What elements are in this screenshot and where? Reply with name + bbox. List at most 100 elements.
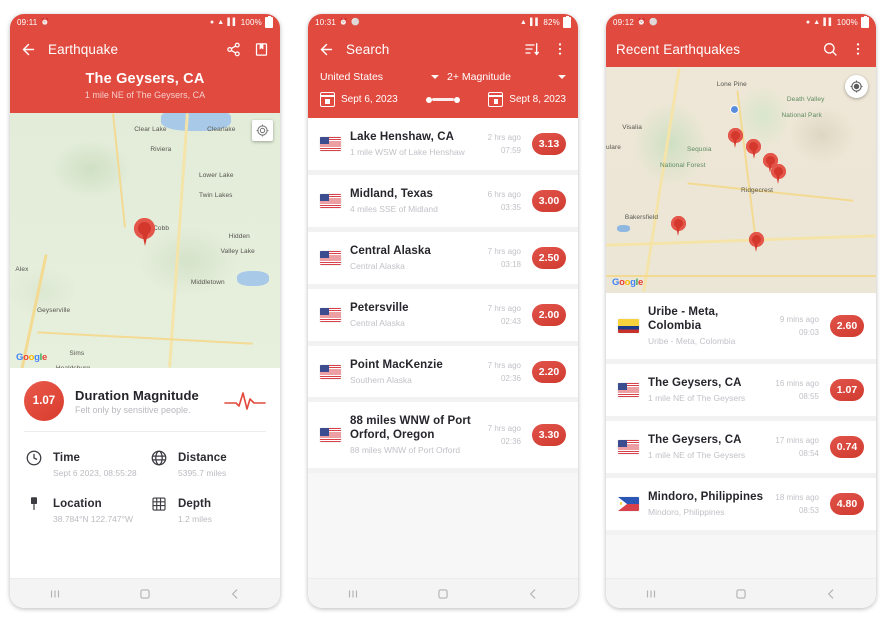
hero-title: The Geysers, CA (85, 71, 205, 87)
date-range-row: Sept 6, 2023 Sept 8, 2023 (308, 92, 578, 118)
map-label: Clearlake (207, 125, 236, 133)
flag-co-icon (618, 318, 639, 333)
date-from-label: Sept 6, 2023 (341, 94, 398, 105)
map-label: Lower Lake (199, 171, 234, 179)
quake-place: Southern Alaska (350, 374, 412, 385)
quake-ago: 9 mins ago (779, 314, 819, 324)
quake-place: 4 miles SSE of Midland (350, 203, 438, 214)
back-arrow-icon[interactable] (318, 41, 335, 58)
quake-list-item[interactable]: The Geysers, CA 1 mile NE of The Geysers 1… (606, 420, 876, 478)
map-pin-icon[interactable] (727, 128, 743, 149)
more-vert-icon[interactable] (551, 41, 568, 58)
map-pin-icon[interactable] (134, 217, 156, 247)
quake-name: Lake Henshaw, CA (350, 131, 455, 143)
map-label: Sims (69, 350, 85, 358)
slider-handle-right[interactable] (454, 96, 460, 103)
magnitude-filter[interactable]: 2+ Magnitude (447, 71, 566, 83)
map-water (616, 225, 631, 232)
quake-main: The Geysers, CA 1 mile NE of The Geysers (648, 433, 766, 461)
info-value: 38.784°N 122.747°W (53, 514, 134, 524)
status-bar: 10:31 ⏰ ⚪ ▲ ▌▌ 82% (308, 14, 578, 31)
date-range-slider[interactable] (405, 96, 482, 103)
flag-us-icon (320, 250, 341, 265)
quake-place: Central Alaska (350, 317, 405, 328)
home-icon[interactable] (733, 585, 750, 602)
quake-list-item[interactable]: Mindoro, Philippines Mindoro, Philippines… (606, 477, 876, 535)
quake-list-item[interactable]: 88 miles WNW of Port Orford, Oregon 88 mi… (308, 402, 578, 474)
quake-clock: 02:43 (500, 316, 521, 326)
quake-main: Mindoro, Philippines Mindoro, Philippines (648, 490, 766, 518)
date-from[interactable]: Sept 6, 2023 (320, 92, 398, 107)
quake-name: Midland, Texas (350, 187, 433, 200)
back-icon[interactable] (823, 585, 840, 602)
info-cell-depth: Depth 1.2 miles (149, 494, 266, 524)
sort-icon[interactable] (523, 41, 540, 58)
location-icon: ● (805, 19, 811, 26)
recents-icon[interactable] (345, 585, 362, 602)
home-icon[interactable] (137, 585, 154, 602)
magnitude-badge: 3.13 (532, 132, 566, 155)
my-location-button[interactable] (252, 120, 273, 141)
more-vert-icon[interactable] (849, 41, 866, 58)
map-pin-icon[interactable] (746, 139, 762, 160)
recent-map[interactable]: Google Lone Pine Death Valley National Par… (606, 67, 876, 293)
back-icon[interactable] (227, 585, 244, 602)
map-label: Riviera (150, 146, 172, 154)
detail-sheet: 1.07 Duration Magnitude Felt only by sen… (10, 368, 280, 578)
battery-icon (265, 16, 273, 28)
battery-icon (861, 16, 869, 28)
map-label: Hidden (228, 232, 250, 240)
my-location-button[interactable] (845, 75, 868, 98)
phone-recent-earthquakes: 09:12 ⏰ ⚪ ● ▲ ▌▌ 100% Recent Earthquakes (606, 14, 876, 608)
quake-ago: 6 hrs ago (487, 189, 521, 199)
quake-ago: 7 hrs ago (487, 360, 521, 370)
pin-icon (24, 494, 44, 514)
quake-list-item[interactable]: Point MacKenzie Southern Alaska 7 hrs ago 0… (308, 345, 578, 403)
quake-list-item[interactable]: Central Alaska Central Alaska 7 hrs ago 03:… (308, 231, 578, 289)
map-label: Clear Lake (134, 125, 167, 133)
quake-ago: 7 hrs ago (487, 246, 521, 256)
dnd-icon: ⚪ (350, 19, 360, 26)
magnitude-row: 1.07 Duration Magnitude Felt only by sen… (10, 368, 280, 431)
map-label: Visalia (622, 123, 642, 131)
quake-ago: 7 hrs ago (487, 424, 521, 434)
quake-list-item[interactable]: Midland, Texas 4 miles SSE of Midland 6 hr… (308, 174, 578, 232)
quake-ago: 16 mins ago (775, 378, 819, 388)
wifi-icon: ▲ (217, 19, 225, 26)
quake-list-item[interactable]: The Geysers, CA 1 mile NE of The Geysers 1… (606, 363, 876, 421)
quake-time: 7 hrs ago 02:36 (488, 424, 521, 446)
bookmark-icon[interactable] (253, 41, 270, 58)
status-right: ● ▲ ▌▌ 100% (210, 16, 273, 28)
back-icon[interactable] (525, 585, 542, 602)
recent-results-list[interactable]: Uribe - Meta, Colombia Uribe - Meta, Colo… (606, 293, 876, 578)
alarm-icon: ⏰ (637, 19, 646, 26)
map-pin-icon[interactable] (749, 231, 765, 253)
quake-list-item[interactable]: Petersville Central Alaska 7 hrs ago 02:43 2… (308, 288, 578, 346)
quake-clock: 07:59 (500, 145, 521, 155)
region-filter[interactable]: United States (320, 71, 439, 83)
map-label: Twin Lakes (199, 192, 233, 200)
back-arrow-icon[interactable] (20, 41, 37, 58)
date-to[interactable]: Sept 8, 2023 (488, 92, 566, 107)
quake-main: The Geysers, CA 1 mile NE of The Geysers (648, 376, 766, 404)
quake-list-item[interactable]: Uribe - Meta, Colombia Uribe - Meta, Colo… (606, 293, 876, 364)
detail-map[interactable]: Google Clear Lake Riviera Clearlake Lower L… (10, 113, 280, 368)
share-icon[interactable] (225, 41, 242, 58)
map-label: National Park (781, 112, 822, 120)
flag-us-icon (618, 382, 639, 397)
search-icon[interactable] (821, 41, 838, 58)
flag-us-icon (320, 364, 341, 379)
app-bar: Recent Earthquakes (606, 31, 876, 67)
home-icon[interactable] (435, 585, 452, 602)
search-results-list[interactable]: Lake Henshaw, CA 1 mile WSW of Lake Hensh… (308, 118, 578, 578)
recents-icon[interactable] (47, 585, 64, 602)
map-pin-icon[interactable] (770, 164, 786, 185)
map-label: Ridgecrest (741, 186, 774, 194)
recents-icon[interactable] (643, 585, 660, 602)
hero-subtitle: 1 mile NE of The Geysers, CA (84, 90, 206, 100)
map-pin-icon[interactable] (670, 216, 686, 237)
status-time: 09:12 (613, 18, 635, 27)
status-bar: 09:11 ⏰ ● ▲ ▌▌ 100% (10, 14, 280, 31)
quake-list-item[interactable]: Lake Henshaw, CA 1 mile WSW of Lake Hensh… (308, 118, 578, 175)
quake-name: 88 miles WNW of Port Orford, Oregon (350, 415, 471, 442)
